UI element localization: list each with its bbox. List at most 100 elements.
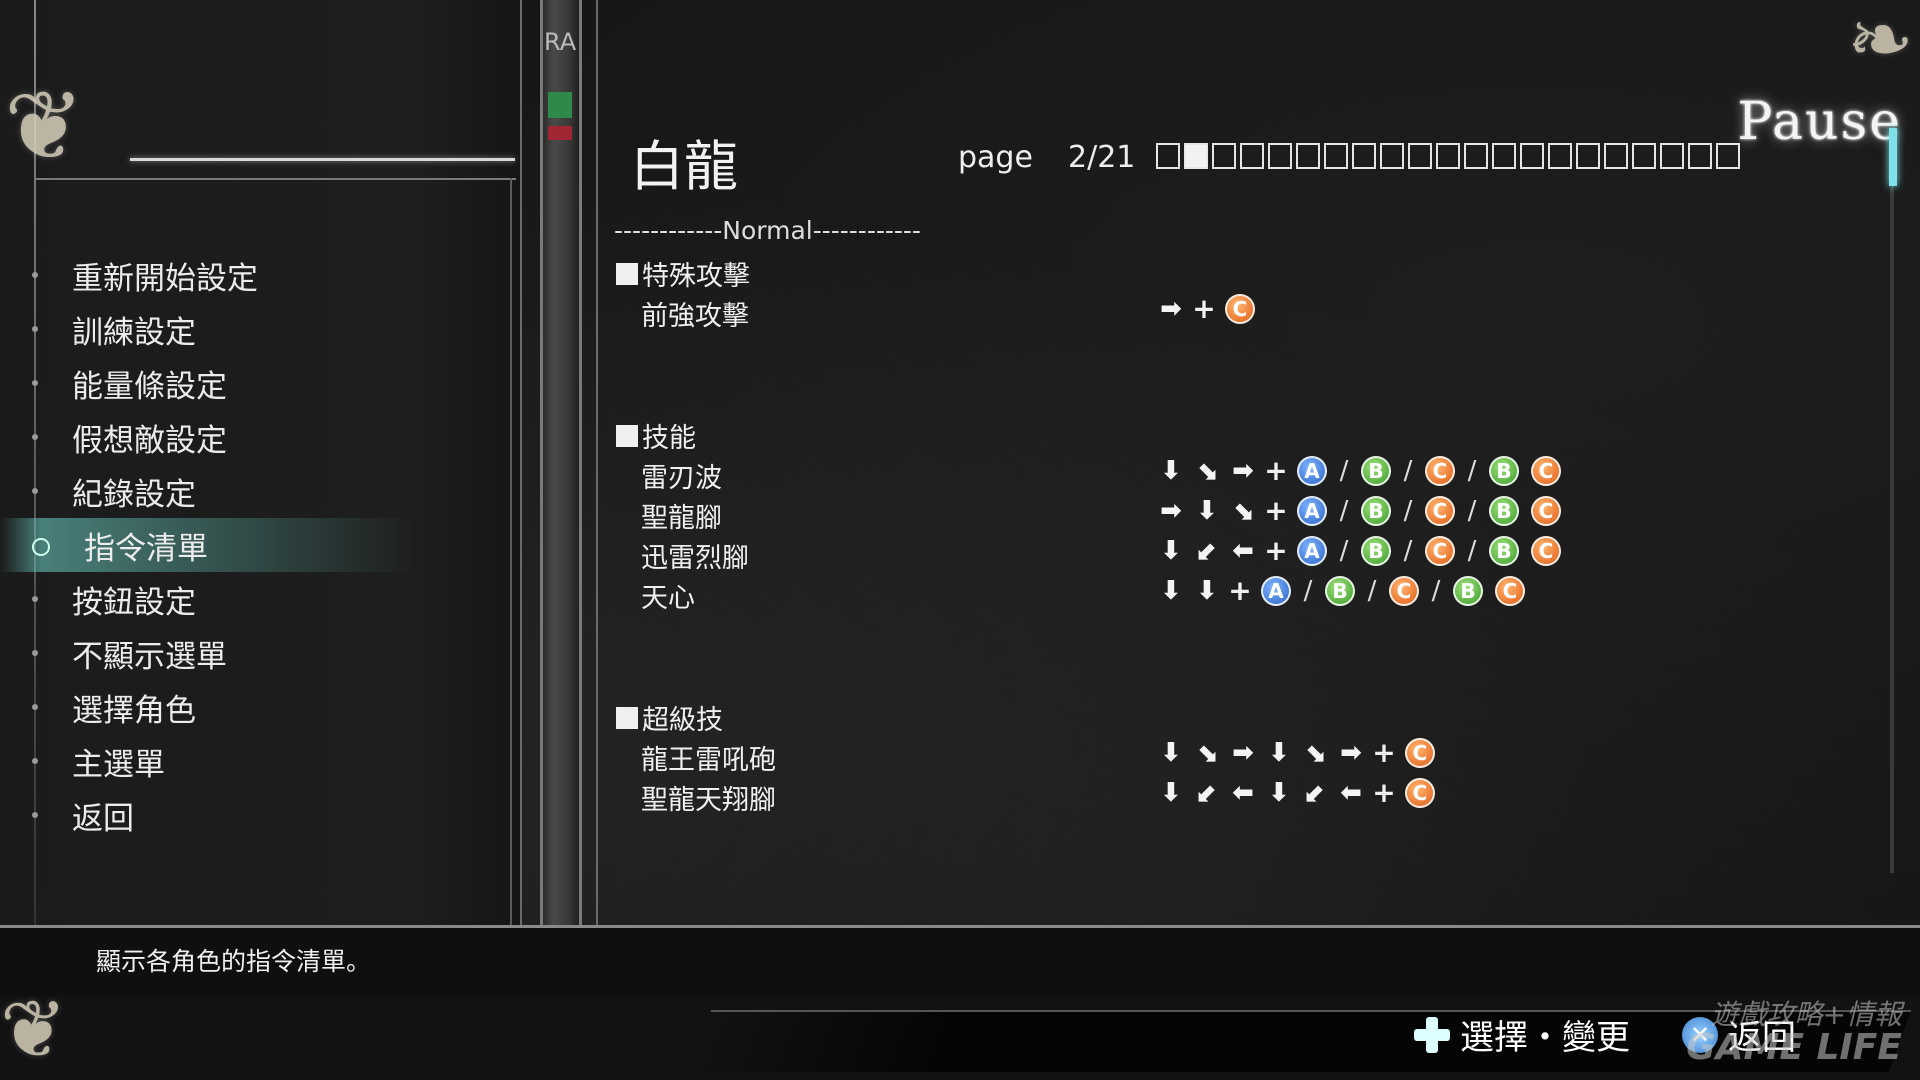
command-input-sequence: ➡ + C <box>1156 292 1258 325</box>
scrollbar-thumb[interactable] <box>1889 128 1897 186</box>
right-arrow-icon: ➡ <box>1340 737 1362 768</box>
command-panel-border <box>596 0 598 925</box>
left-arrow-icon: ⬅ <box>1232 777 1254 808</box>
menu-item-3[interactable]: 假想敵設定 <box>0 410 520 464</box>
background-stage-strip <box>540 0 582 1080</box>
plus-icon: + <box>1372 776 1396 809</box>
watermark: 遊戲攻略+情報 GAME LIFE <box>1686 1000 1902 1067</box>
page-box <box>1324 143 1348 169</box>
or-separator: / <box>1467 495 1477 526</box>
button-a-icon: A <box>1297 535 1327 566</box>
menu-item-0[interactable]: 重新開始設定 <box>0 248 520 302</box>
flourish-ornament-icon: ❦ <box>4 70 85 182</box>
or-separator: / <box>1467 455 1477 486</box>
section-title: 特殊攻擊 <box>642 261 750 292</box>
menu-item-10[interactable]: 返回 <box>0 788 520 842</box>
button-c-icon: C <box>1495 575 1525 606</box>
section-heading: 超級技 <box>616 698 723 737</box>
page-box <box>1436 143 1460 169</box>
button-c-icon: C <box>1425 455 1455 486</box>
down-right-arrow-icon: ⬊ <box>1232 495 1254 526</box>
command-name: 雷刃波 <box>641 463 722 494</box>
right-arrow-icon: ➡ <box>1232 737 1254 768</box>
menu-item-8[interactable]: 選擇角色 <box>0 680 520 734</box>
pause-title: Pause <box>1737 92 1902 152</box>
down-arrow-icon: ⬇ <box>1196 495 1218 526</box>
hint-select-change-label: 選擇・變更 <box>1460 1018 1630 1058</box>
menu-item-6[interactable]: 按鈕設定 <box>0 572 520 626</box>
page-indicator <box>1156 143 1740 169</box>
pause-menu-list: 重新開始設定訓練設定能量條設定假想敵設定紀錄設定指令清單按鈕設定不顯示選單選擇角… <box>0 248 520 842</box>
command-input-sequence: ⬇ ⬊ ➡ + A / B / C / B C <box>1156 454 1564 487</box>
page-box <box>1660 143 1684 169</box>
hint-select-change: 選擇・變更 <box>1414 1010 1630 1059</box>
page-box <box>1352 143 1376 169</box>
menu-item-label: 選擇角色 <box>72 692 196 729</box>
down-right-arrow-icon: ⬊ <box>1304 737 1326 768</box>
menu-item-2[interactable]: 能量條設定 <box>0 356 520 410</box>
down-arrow-icon: ⬇ <box>1160 535 1182 566</box>
menu-item-5[interactable]: 指令清單 <box>0 518 520 572</box>
watermark-line1: 遊戲攻略+情報 <box>1710 998 1902 1031</box>
plus-icon: + <box>1264 494 1288 527</box>
button-c-icon: C <box>1531 495 1561 526</box>
page-box <box>1296 143 1320 169</box>
menu-item-9[interactable]: 主選單 <box>0 734 520 788</box>
dpad-icon <box>1414 1016 1450 1053</box>
menu-bullet-icon <box>32 272 38 278</box>
or-separator: / <box>1339 535 1349 566</box>
menu-bullet-icon <box>32 704 38 710</box>
menu-bullet-icon <box>32 596 38 602</box>
plus-icon: + <box>1228 574 1252 607</box>
right-arrow-icon: ➡ <box>1160 495 1182 526</box>
or-separator: / <box>1403 495 1413 526</box>
page-box <box>1212 143 1236 169</box>
command-name: 前強攻擊 <box>641 301 749 332</box>
down-arrow-icon: ⬇ <box>1196 575 1218 606</box>
scrollbar-track[interactable] <box>1890 128 1894 873</box>
page-box <box>1716 143 1740 169</box>
page-box <box>1464 143 1488 169</box>
menu-item-label: 指令清單 <box>84 530 208 567</box>
button-b-icon: B <box>1489 455 1519 486</box>
page-box <box>1408 143 1432 169</box>
down-arrow-icon: ⬇ <box>1160 455 1182 486</box>
section-square-icon <box>616 262 638 285</box>
menu-bullet-icon <box>32 538 50 556</box>
menu-item-4[interactable]: 紀錄設定 <box>0 464 520 518</box>
button-c-icon: C <box>1405 737 1435 768</box>
menu-item-1[interactable]: 訓練設定 <box>0 302 520 356</box>
right-arrow-icon: ➡ <box>1160 293 1182 324</box>
page-box <box>1604 143 1628 169</box>
or-separator: / <box>1403 535 1413 566</box>
panel-frame-top <box>34 178 516 180</box>
menu-item-label: 訓練設定 <box>72 314 196 351</box>
command-name: 天心 <box>641 583 695 614</box>
down-right-arrow-icon: ⬊ <box>1196 455 1218 486</box>
page-box <box>1520 143 1544 169</box>
menu-item-label: 假想敵設定 <box>72 422 227 459</box>
bottom-flourish-icon: ❦ <box>0 983 68 1076</box>
down-right-arrow-icon: ⬊ <box>1196 737 1218 768</box>
section-heading: 特殊攻擊 <box>616 254 750 293</box>
or-separator: / <box>1403 455 1413 486</box>
menu-item-7[interactable]: 不顯示選單 <box>0 626 520 680</box>
button-c-icon: C <box>1425 495 1455 526</box>
description-text: 顯示各角色的指令清單。 <box>96 947 372 976</box>
page-box <box>1156 143 1180 169</box>
button-b-icon: B <box>1361 455 1391 486</box>
down-arrow-icon: ⬇ <box>1160 777 1182 808</box>
left-arrow-icon: ⬅ <box>1232 535 1254 566</box>
or-separator: / <box>1339 455 1349 486</box>
button-b-icon: B <box>1361 535 1391 566</box>
down-arrow-icon: ⬇ <box>1268 777 1290 808</box>
menu-item-label: 不顯示選單 <box>72 638 227 675</box>
page-label: page <box>958 140 1033 175</box>
down-left-arrow-icon: ⬋ <box>1304 777 1326 808</box>
down-arrow-icon: ⬇ <box>1268 737 1290 768</box>
button-a-icon: A <box>1297 495 1327 526</box>
button-c-icon: C <box>1531 455 1561 486</box>
button-c-icon: C <box>1531 535 1561 566</box>
or-separator: / <box>1431 575 1441 606</box>
menu-item-label: 紀錄設定 <box>72 476 196 513</box>
